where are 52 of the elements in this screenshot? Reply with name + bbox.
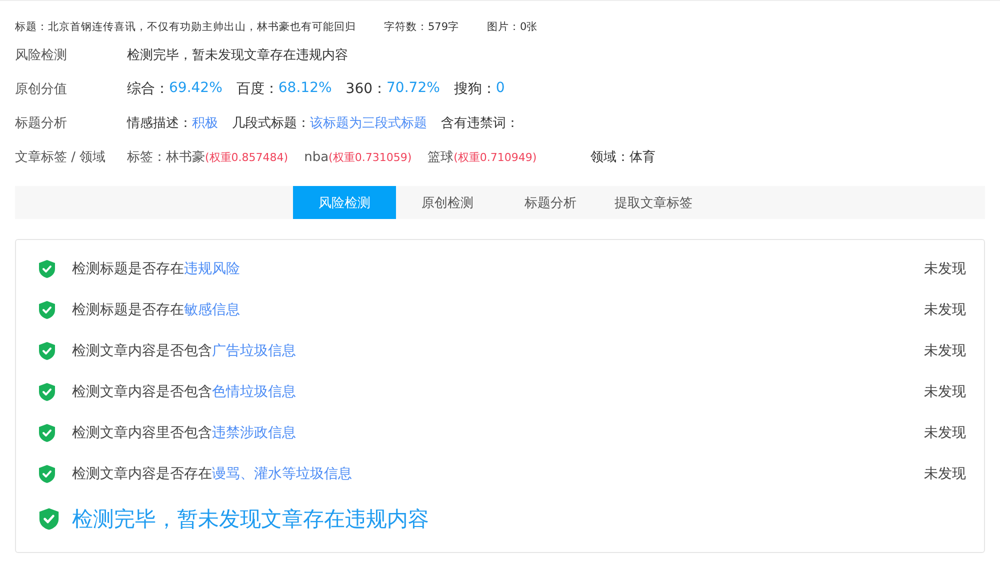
analysis-label: 几段式标题： bbox=[232, 115, 310, 132]
check-result: 未发现 bbox=[924, 424, 966, 442]
tag-weight: (权重0.731059) bbox=[328, 150, 412, 164]
score-label: 百度： bbox=[236, 80, 278, 98]
shield-check-icon bbox=[38, 464, 56, 484]
domain-text: 领域：体育 bbox=[590, 148, 656, 166]
score-value: 69.42% bbox=[169, 80, 222, 98]
shield-check-icon bbox=[38, 258, 56, 278]
check-item-text: 检测文章内容里否包含违禁涉政信息 bbox=[72, 424, 297, 442]
check-item-text: 检测文章内容是否包含广告垃圾信息 bbox=[72, 342, 297, 360]
check-result: 未发现 bbox=[924, 342, 966, 360]
check-item-text: 检测文章内容是否包含色情垃圾信息 bbox=[72, 382, 297, 400]
tab[interactable]: 提取文章标签 bbox=[602, 186, 705, 219]
score-label: 搜狗： bbox=[454, 80, 496, 98]
score-value: 70.72% bbox=[386, 80, 440, 98]
tag-name: 林书豪 bbox=[166, 149, 205, 166]
analysis-label: 情感描述： bbox=[127, 115, 192, 132]
tag-name: 篮球 bbox=[428, 149, 454, 166]
header-text: 字符数：579字 bbox=[384, 20, 460, 35]
tab[interactable]: 原创检测 bbox=[396, 186, 499, 219]
shield-check-icon bbox=[38, 300, 56, 320]
row-label: 标题分析 bbox=[15, 115, 68, 132]
row-label: 文章标签 / 领域 bbox=[15, 149, 107, 166]
header-text: 标题：北京首钢连传喜讯，不仅有功勋主帅出山，林书豪也有可能回归 bbox=[15, 20, 356, 35]
check-item-text: 检测标题是否存在敏感信息 bbox=[72, 300, 241, 318]
shield-check-icon bbox=[38, 340, 56, 360]
tag-weight: (权重0.857484) bbox=[205, 150, 288, 165]
score-label: 360： bbox=[346, 80, 387, 98]
shield-check-icon bbox=[38, 422, 56, 442]
tag-name: nba bbox=[304, 150, 329, 164]
tag-weight: (权重0.710949) bbox=[454, 150, 537, 165]
shield-check-icon bbox=[38, 382, 56, 402]
header-text: 图片：0张 bbox=[487, 20, 538, 35]
conclusion-text: 检测完毕，暂未发现文章存在违规内容 bbox=[72, 506, 429, 533]
row-label: 风险检测 bbox=[15, 47, 68, 64]
check-result: 未发现 bbox=[924, 260, 966, 278]
row-label: 原创分值 bbox=[15, 81, 68, 98]
check-result: 未发现 bbox=[924, 464, 966, 482]
analysis-label: 含有违禁词： bbox=[441, 115, 519, 132]
check-item-text: 检测标题是否存在违规风险 bbox=[72, 260, 241, 278]
check-result: 未发现 bbox=[924, 382, 966, 400]
score-label: 综合： bbox=[127, 80, 169, 98]
check-item-text: 检测文章内容是否存在谩骂、灌水等垃圾信息 bbox=[72, 464, 353, 482]
risk-result: 检测完毕，暂未发现文章存在违规内容 bbox=[127, 47, 348, 64]
score-value: 0 bbox=[496, 80, 505, 98]
score-value: 68.12% bbox=[278, 80, 332, 98]
check-result: 未发现 bbox=[924, 300, 966, 318]
analysis-value: 该标题为三段式标题 bbox=[310, 115, 427, 132]
shield-check-icon bbox=[38, 507, 60, 531]
analysis-value: 积极 bbox=[192, 115, 218, 132]
tab[interactable]: 标题分析 bbox=[499, 186, 602, 219]
tags-label: 标签： bbox=[127, 149, 166, 166]
